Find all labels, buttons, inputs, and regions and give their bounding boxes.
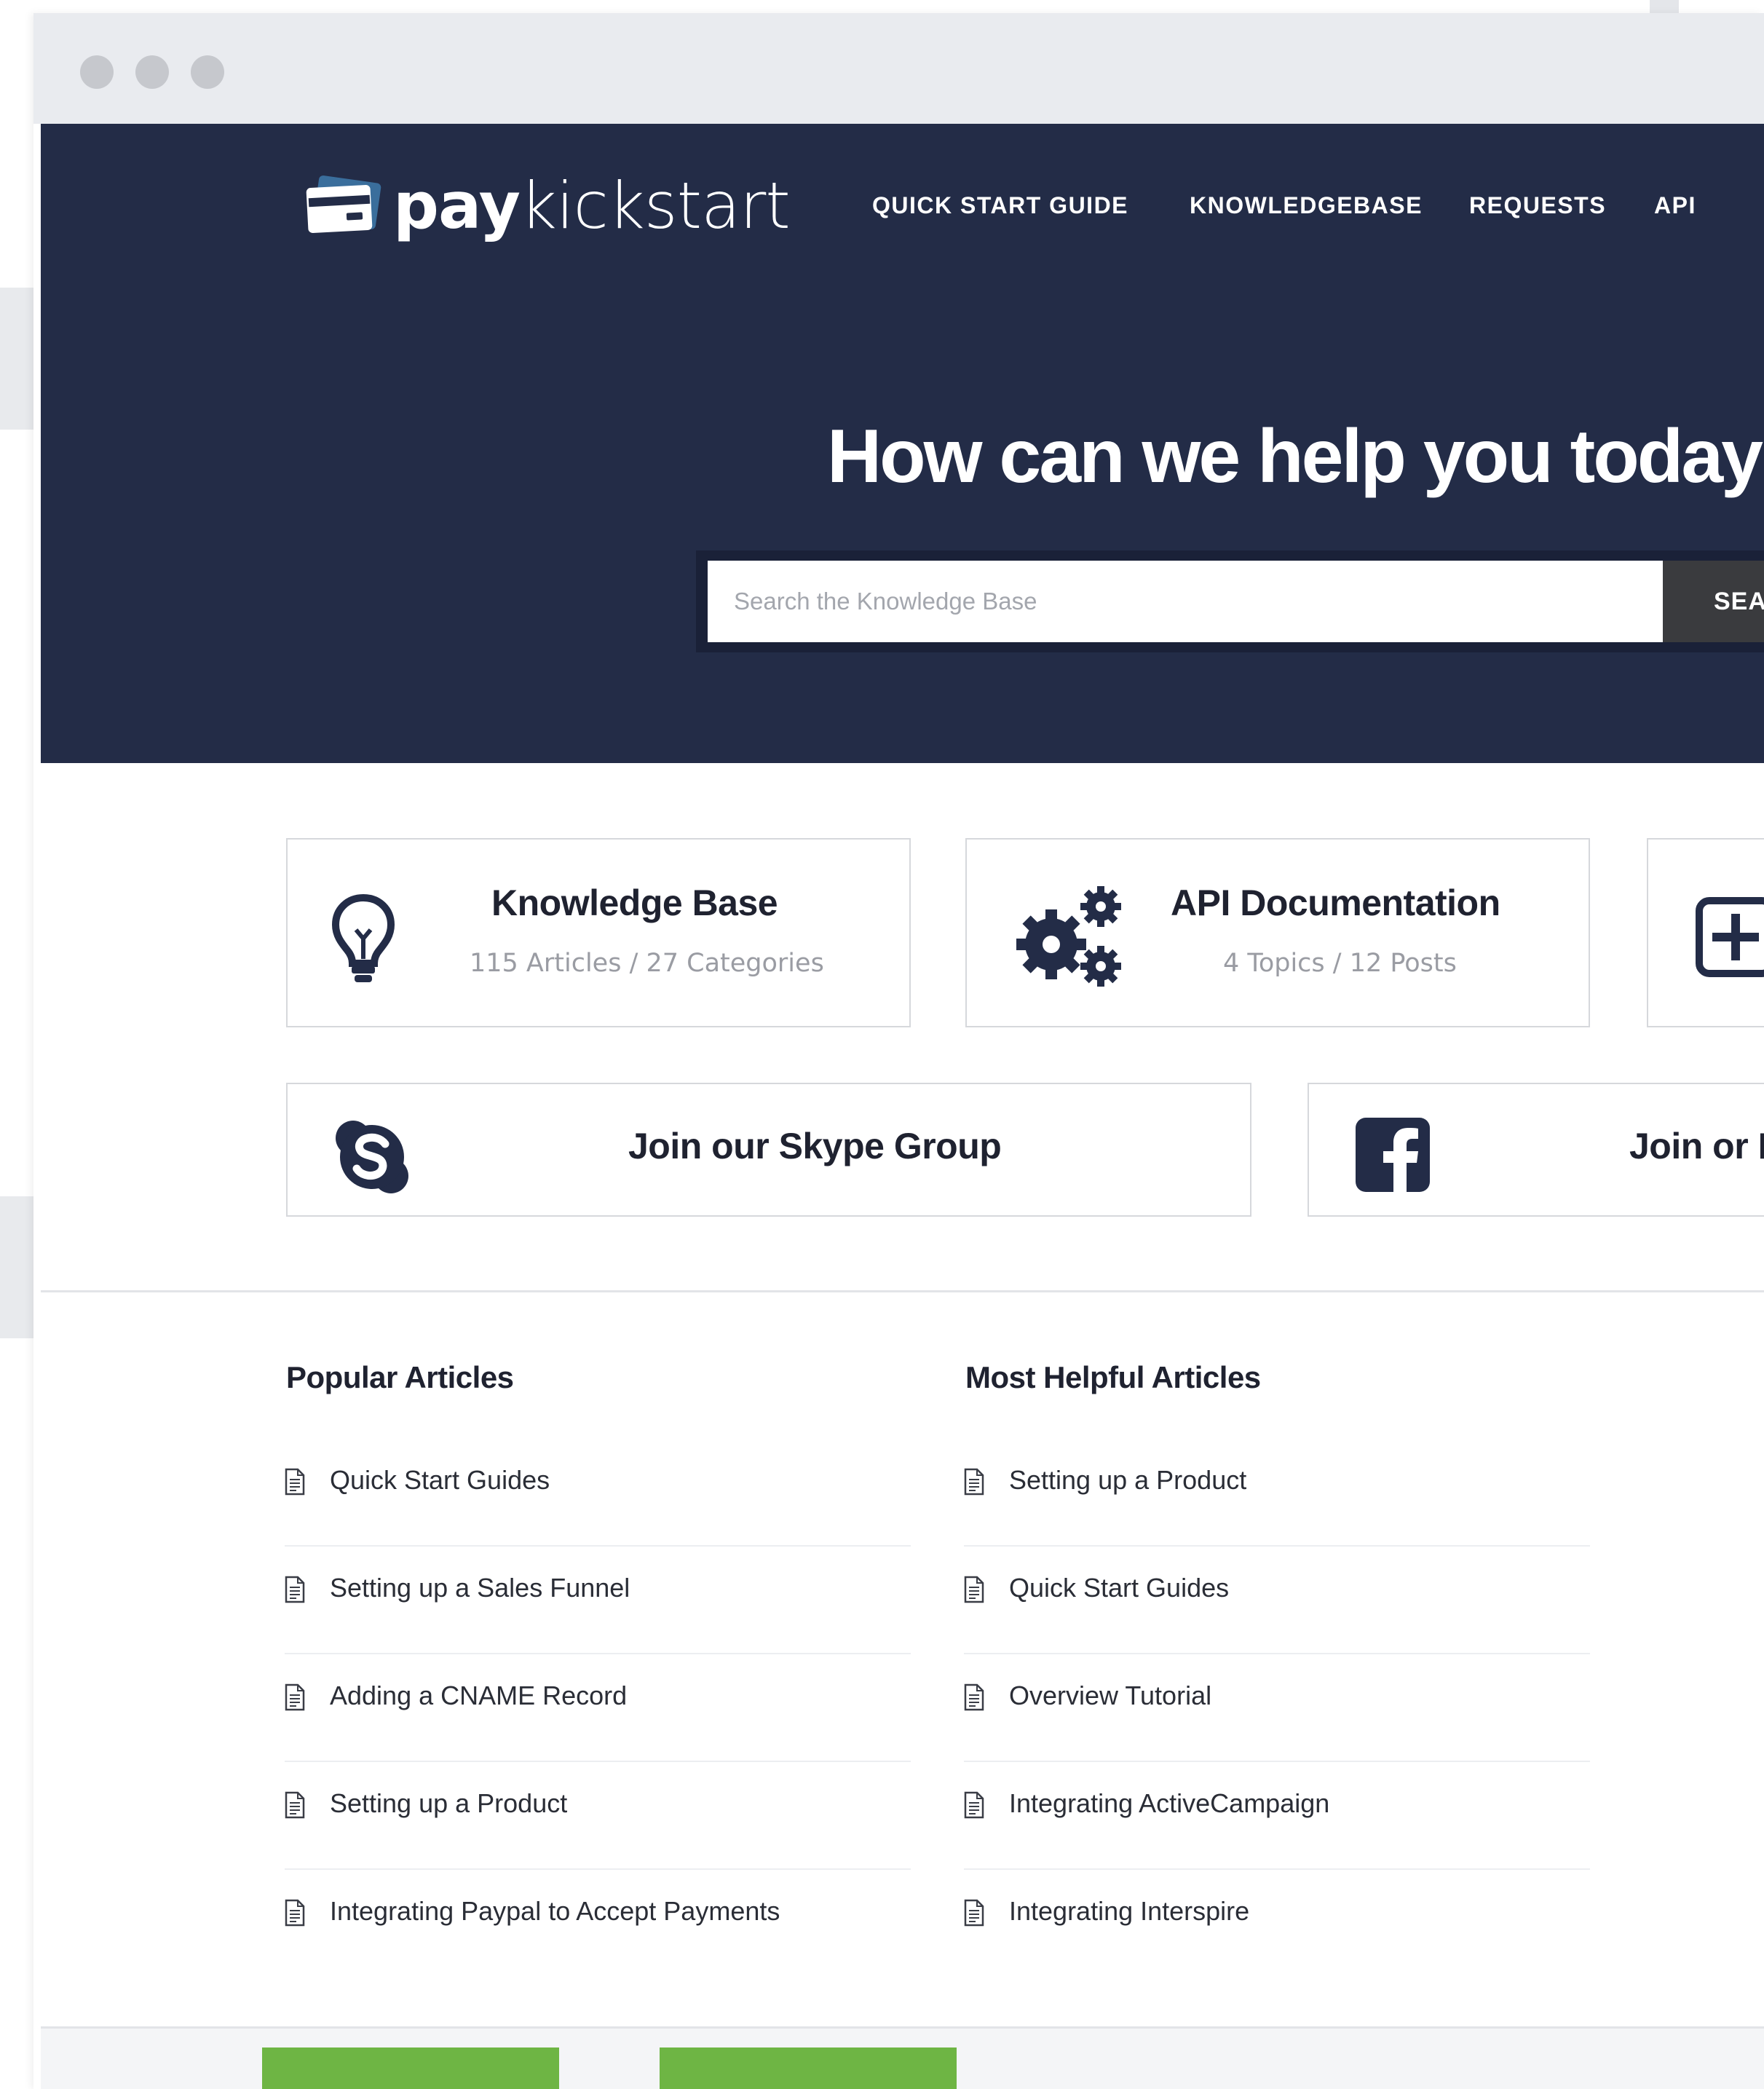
facebook-icon xyxy=(1356,1118,1430,1196)
hero-title: How can we help you today? xyxy=(827,414,1764,499)
nav-knowledgebase[interactable]: KNOWLEDGEBASE xyxy=(1190,192,1423,219)
article-link[interactable]: Setting up a Sales Funnel xyxy=(285,1547,911,1654)
green-button-left[interactable] xyxy=(262,2047,559,2089)
document-icon xyxy=(964,1576,984,1603)
article-link[interactable]: Setting up a Product xyxy=(964,1439,1590,1547)
search-button[interactable]: SEARCH xyxy=(1663,561,1764,642)
card-title: Join or Facebook Group xyxy=(1629,1126,1764,1166)
article-title: Integrating Interspire xyxy=(1009,1896,1250,1926)
card-title: Join our Skype Group xyxy=(628,1126,1002,1166)
hero-section: paykickstart QUICK START GUIDE KNOWLEDGE… xyxy=(41,124,1764,763)
nav-quick-start-guide[interactable]: QUICK START GUIDE xyxy=(872,192,1128,219)
article-link[interactable]: Overview Tutorial xyxy=(964,1654,1590,1762)
article-link[interactable]: Adding a CNAME Record xyxy=(285,1654,911,1762)
article-link[interactable]: Integrating Interspire xyxy=(964,1870,1590,1978)
most-helpful-articles-heading: Most Helpful Articles xyxy=(965,1360,1261,1394)
card-title: Knowledge Base xyxy=(491,882,778,923)
card-logo-icon xyxy=(304,175,383,237)
knowledge-base-card[interactable]: Knowledge Base 115 Articles / 27 Categor… xyxy=(286,838,911,1027)
api-documentation-card[interactable]: API Documentation 4 Topics / 12 Posts xyxy=(965,838,1590,1027)
document-icon xyxy=(964,1468,984,1496)
article-title: Quick Start Guides xyxy=(1009,1573,1230,1603)
browser-titlebar xyxy=(33,13,1764,124)
search-input[interactable] xyxy=(708,561,1663,642)
background-notch xyxy=(1650,0,1679,13)
article-link[interactable]: Setting up a Product xyxy=(285,1762,911,1870)
article-title: Setting up a Product xyxy=(1009,1465,1247,1495)
browser-window: paykickstart QUICK START GUIDE KNOWLEDGE… xyxy=(33,13,1764,2089)
article-link[interactable]: Quick Start Guides xyxy=(285,1439,911,1547)
document-icon xyxy=(964,1899,984,1927)
article-link[interactable]: Quick Start Guides xyxy=(964,1547,1590,1654)
nav-requests[interactable]: REQUESTS xyxy=(1469,192,1606,219)
article-title: Integrating Paypal to Accept Payments xyxy=(330,1896,780,1926)
green-button-right[interactable] xyxy=(660,2047,957,2089)
article-title: Setting up a Product xyxy=(330,1788,568,1818)
article-title: Setting up a Sales Funnel xyxy=(330,1573,630,1603)
popular-articles-heading: Popular Articles xyxy=(286,1360,514,1394)
paykickstart-logo[interactable]: paykickstart xyxy=(304,166,791,246)
search-bar: SEARCH xyxy=(696,550,1764,652)
background-block xyxy=(0,1196,33,1338)
brand-name: paykickstart xyxy=(393,168,791,243)
document-icon xyxy=(964,1683,984,1711)
document-icon xyxy=(285,1468,305,1496)
facebook-group-card[interactable]: Join or Facebook Group xyxy=(1308,1083,1764,1217)
window-close-dot[interactable] xyxy=(80,55,114,89)
window-maximize-dot[interactable] xyxy=(191,55,224,89)
window-minimize-dot[interactable] xyxy=(135,55,169,89)
lightbulb-icon xyxy=(331,893,395,989)
card-title: API Documentation xyxy=(1171,882,1500,923)
article-title: Integrating ActiveCampaign xyxy=(1009,1788,1330,1818)
article-title: Quick Start Guides xyxy=(330,1465,550,1495)
card-subtitle: 4 Topics / 12 Posts xyxy=(1223,949,1457,978)
plus-square-icon xyxy=(1695,896,1764,982)
article-title: Adding a CNAME Record xyxy=(330,1681,628,1710)
third-card[interactable] xyxy=(1647,838,1764,1027)
article-link[interactable]: Integrating ActiveCampaign xyxy=(964,1762,1590,1870)
nav-api[interactable]: API xyxy=(1654,192,1696,219)
section-divider xyxy=(41,1290,1764,1292)
skype-icon xyxy=(334,1119,410,1198)
skype-group-card[interactable]: Join our Skype Group xyxy=(286,1083,1251,1217)
article-link[interactable]: Integrating Paypal to Accept Payments xyxy=(285,1870,911,1978)
document-icon xyxy=(285,1576,305,1603)
gears-icon xyxy=(1010,883,1127,996)
document-icon xyxy=(285,1791,305,1819)
document-icon xyxy=(285,1683,305,1711)
background-strip xyxy=(0,0,1764,13)
article-title: Overview Tutorial xyxy=(1009,1681,1212,1710)
document-icon xyxy=(285,1899,305,1927)
card-subtitle: 115 Articles / 27 Categories xyxy=(470,949,824,978)
background-block xyxy=(0,288,33,430)
document-icon xyxy=(964,1791,984,1819)
